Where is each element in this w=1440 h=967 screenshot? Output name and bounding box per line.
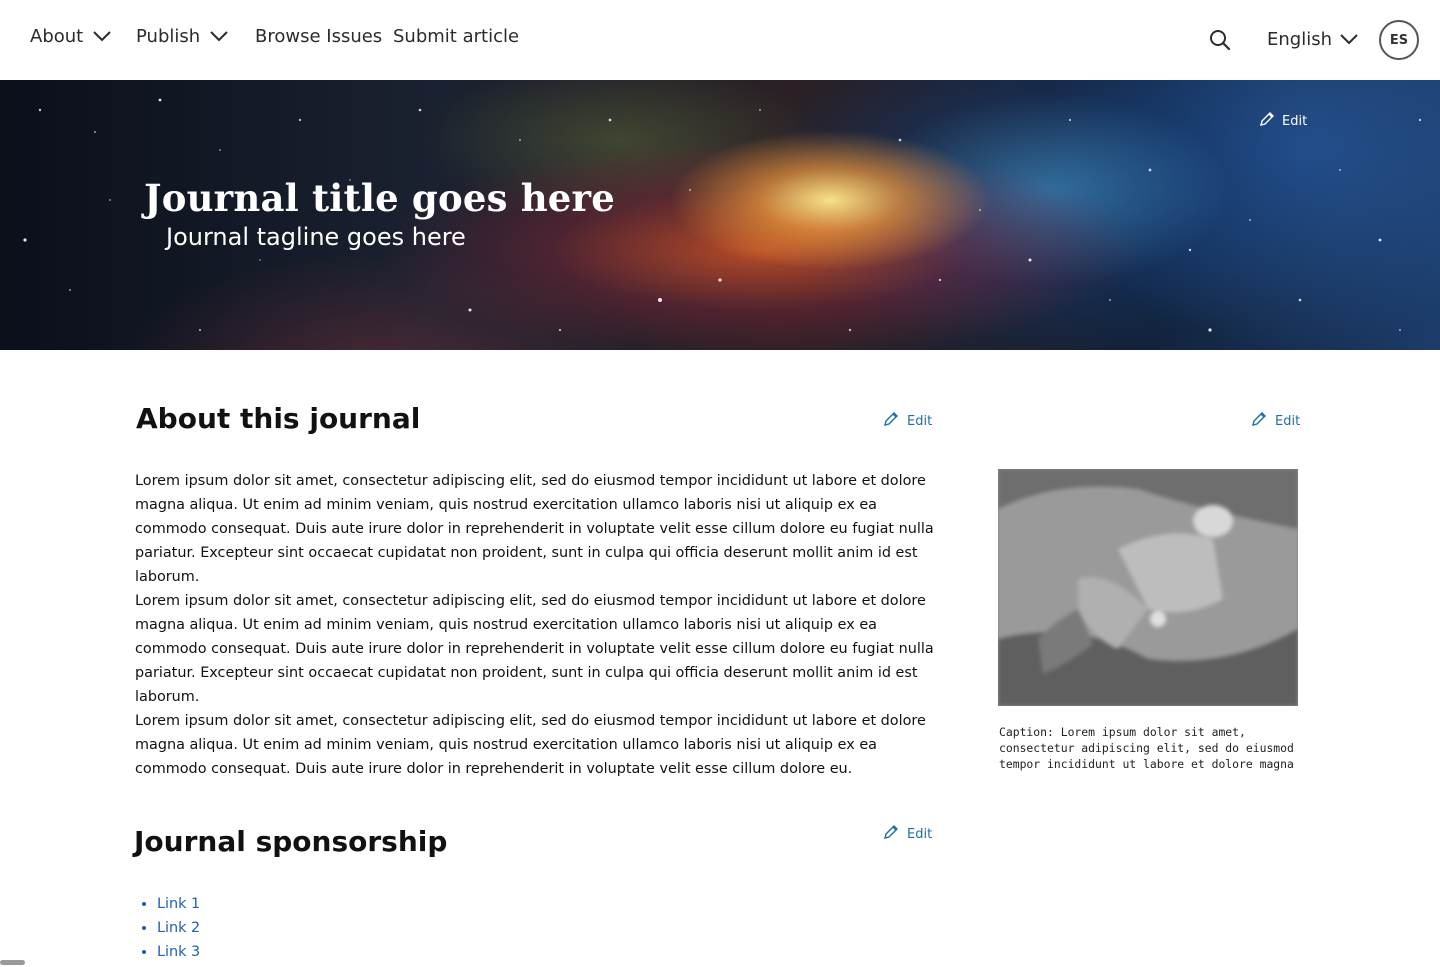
language-label: English: [1267, 29, 1332, 50]
sponsor-link[interactable]: Link 1: [157, 892, 200, 916]
pencil-icon: [1259, 111, 1275, 131]
sponsor-link-item[interactable]: Link 2: [142, 916, 200, 940]
user-avatar[interactable]: ES: [1379, 20, 1419, 60]
nav-publish-label: Publish: [136, 26, 201, 47]
about-edit-label: Edit: [907, 413, 933, 429]
about-paragraph: Lorem ipsum dolor sit amet, consectetur …: [135, 593, 934, 705]
hero-edit-button[interactable]: Edit: [1259, 111, 1307, 131]
sponsor-link-item[interactable]: Link 3: [142, 940, 200, 964]
hero-edit-label: Edit: [1282, 113, 1308, 129]
nav-publish-menu[interactable]: Publish: [136, 26, 228, 47]
sponsor-link[interactable]: Link 3: [157, 940, 200, 964]
nav-about-label: About: [30, 26, 84, 47]
sponsor-link-item[interactable]: Link 1: [142, 892, 200, 916]
bullet-icon: [142, 902, 146, 906]
language-selector[interactable]: English: [1267, 29, 1358, 50]
about-heading: About this journal: [136, 402, 421, 435]
journal-tagline: Journal tagline goes here: [166, 223, 466, 251]
nav-about-menu[interactable]: About: [30, 26, 111, 47]
sponsorship-heading: Journal sponsorship: [134, 825, 448, 858]
bullet-icon: [142, 950, 146, 954]
nav-browse-issues-link[interactable]: Browse Issues: [255, 26, 382, 47]
about-paragraph: Lorem ipsum dolor sit amet, consectetur …: [135, 473, 934, 585]
journal-title: Journal title goes here: [144, 176, 615, 220]
pencil-icon: [883, 824, 899, 844]
journal-photo: [998, 469, 1298, 706]
about-paragraph: Lorem ipsum dolor sit amet, consectetur …: [135, 713, 926, 777]
top-navigation: About Publish Browse Issues Submit artic…: [0, 0, 1440, 80]
chevron-down-icon: [1340, 34, 1358, 45]
hero-banner: Edit Journal title goes here Journal tag…: [0, 80, 1440, 350]
image-edit-label: Edit: [1275, 413, 1301, 429]
image-edit-button[interactable]: Edit: [1251, 411, 1300, 431]
chevron-down-icon: [93, 31, 111, 42]
chevron-down-icon: [210, 31, 228, 42]
search-icon[interactable]: [1208, 28, 1234, 54]
sponsor-link[interactable]: Link 2: [157, 916, 200, 940]
sponsorship-links: Link 1 Link 2 Link 3: [142, 892, 200, 964]
scrollbar-thumb[interactable]: [0, 960, 25, 965]
pencil-icon: [883, 411, 899, 431]
nav-submit-article-link[interactable]: Submit article: [393, 26, 519, 47]
photo-caption: Caption: Lorem ipsum dolor sit amet, con…: [999, 725, 1294, 771]
about-edit-button[interactable]: Edit: [883, 411, 932, 431]
pencil-icon: [1251, 411, 1267, 431]
sponsorship-edit-label: Edit: [907, 826, 933, 842]
sponsorship-edit-button[interactable]: Edit: [883, 824, 932, 844]
bullet-icon: [142, 926, 146, 930]
